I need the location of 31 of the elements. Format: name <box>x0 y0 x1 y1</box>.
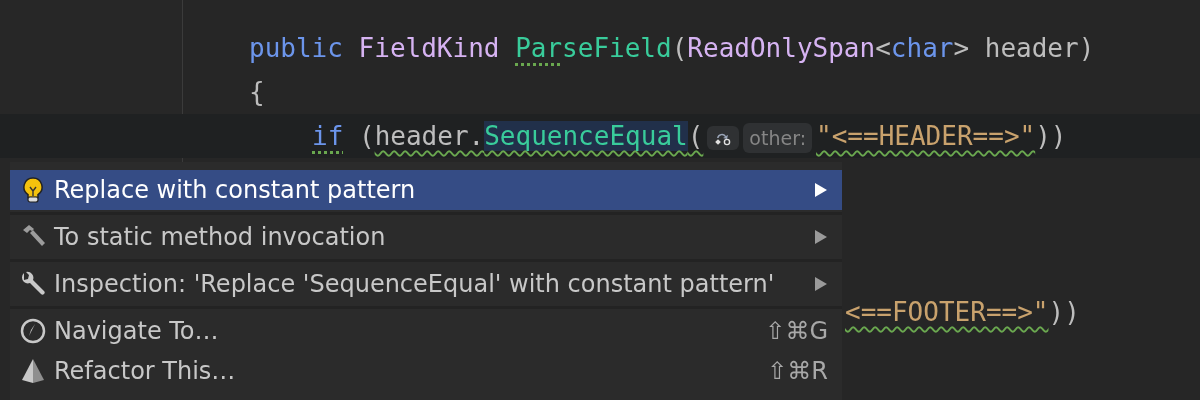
menu-item[interactable]: To static method invocation <box>10 217 842 257</box>
code-text: { <box>249 77 265 107</box>
code-text: ( <box>357 121 375 151</box>
method-name: SequenceEqual <box>484 121 688 151</box>
compass-icon <box>20 318 46 344</box>
code-text: ( <box>671 33 688 63</box>
code-text: ( <box>687 121 704 151</box>
parameter-hint: other: <box>707 122 813 153</box>
string-literal: <==FOOTER==>" <box>845 297 1049 327</box>
menu-item[interactable]: Navigate To… ⇧⌘G <box>10 311 842 351</box>
keyword-token: char <box>890 33 954 63</box>
keyboard-shortcut: ⇧⌘R <box>767 357 828 385</box>
method-name: seField <box>562 33 672 63</box>
code-text: )) <box>1035 121 1067 151</box>
menu-item[interactable]: Replace with constant pattern <box>10 170 842 210</box>
lightbulb-icon <box>22 177 44 203</box>
type-name: FieldKind <box>358 33 501 63</box>
method-name: Par <box>515 33 563 63</box>
string-literal: "<==HEADER==>" <box>816 121 1036 151</box>
wrench-icon <box>20 271 46 297</box>
code-text: )) <box>1048 297 1080 327</box>
menu-item[interactable]: Inspection: 'Replace 'SequenceEqual' with constant pattern' <box>10 264 842 304</box>
code-text: header. <box>374 121 485 151</box>
code-text: < <box>875 33 891 63</box>
code-text: > header) <box>953 33 1095 63</box>
menu-item[interactable]: Refactor This… ⇧⌘R <box>10 351 842 391</box>
keyword-token: public <box>249 33 344 63</box>
pyramid-icon <box>20 358 46 384</box>
keyboard-shortcut: ⇧⌘G <box>765 317 828 345</box>
type-name: ReadOnlySpan <box>687 33 876 63</box>
keyword-token: if <box>312 121 344 151</box>
